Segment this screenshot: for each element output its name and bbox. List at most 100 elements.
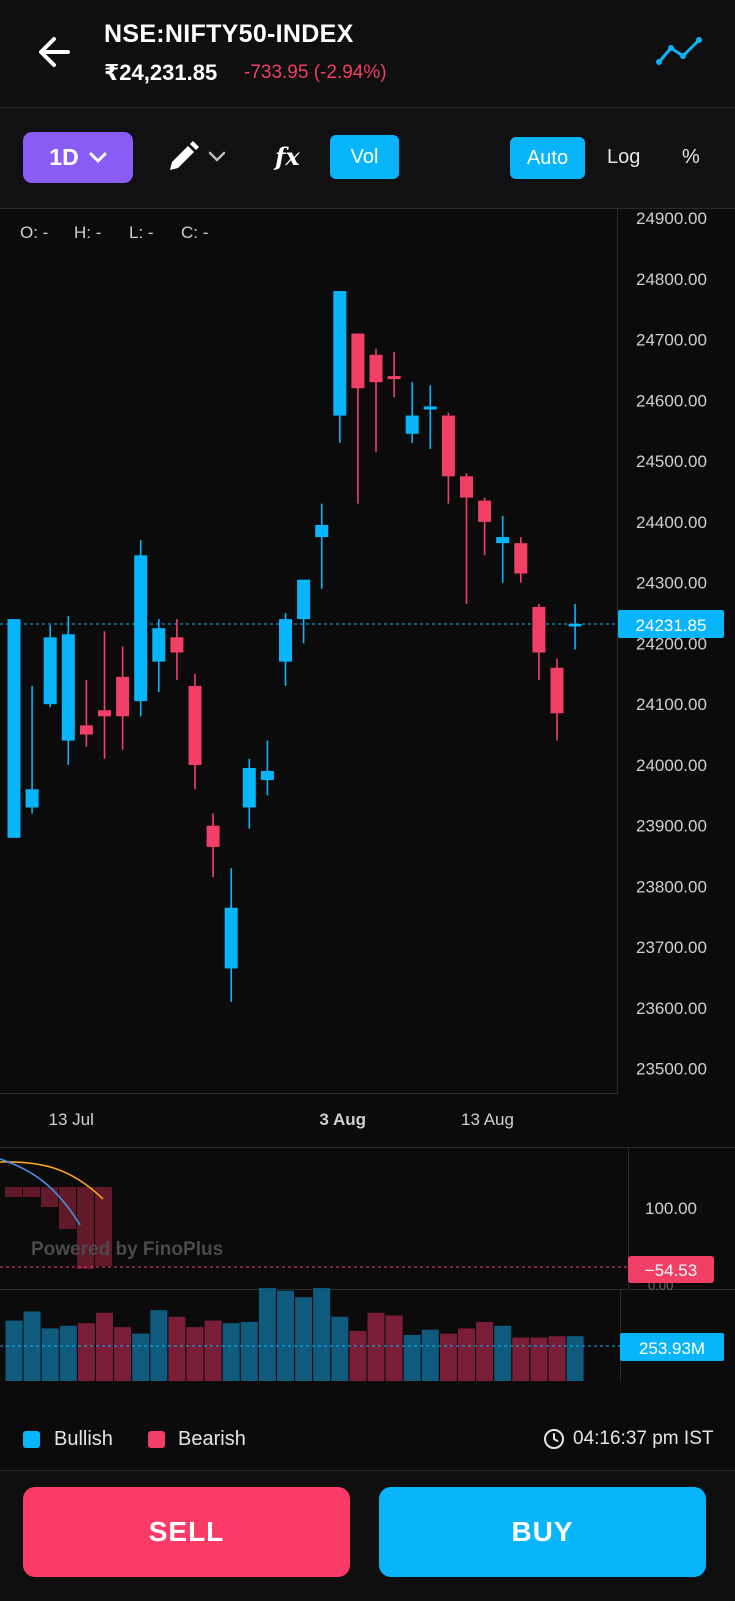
volume-bar	[186, 1327, 204, 1381]
date-tick-label: 13 Jul	[49, 1110, 94, 1129]
price-tick-label: 24000.00	[636, 756, 707, 775]
date-tick-label: 3 Aug	[319, 1110, 366, 1129]
volume-bar	[439, 1333, 457, 1381]
volume-bar	[114, 1327, 132, 1381]
candle-body	[134, 555, 148, 702]
histogram-bar	[5, 1187, 22, 1197]
chevron-down-icon[interactable]	[208, 150, 226, 164]
volume-bar	[77, 1323, 95, 1381]
bearish-label: Bearish	[178, 1428, 246, 1450]
date-tick-label: 13 Aug	[461, 1110, 514, 1129]
clock-icon	[544, 1429, 564, 1449]
last-price-badge-label: 24231.85	[636, 616, 707, 635]
price-tick-label: 24600.00	[636, 391, 707, 410]
volume-bar	[295, 1297, 313, 1381]
candle-body	[98, 710, 111, 717]
histogram-bar	[23, 1187, 40, 1197]
indicator-tick: 100.00	[645, 1199, 697, 1218]
volume-bar	[421, 1329, 439, 1381]
price-tick-label: 23600.00	[636, 999, 707, 1018]
volume-bar	[512, 1337, 530, 1381]
candle-body	[532, 606, 546, 653]
price-tick-label: 24300.00	[636, 574, 707, 593]
timeframe-label: 1D	[49, 144, 79, 170]
bullish-label: Bullish	[54, 1428, 113, 1450]
candle-body	[333, 291, 347, 416]
volume-bar	[349, 1331, 367, 1381]
candle-body	[297, 579, 311, 620]
volume-bar	[331, 1316, 349, 1381]
candle-body	[568, 623, 582, 627]
volume-bar	[476, 1321, 494, 1381]
log-scale-button[interactable]: Log	[607, 146, 640, 169]
pencil-icon[interactable]	[166, 140, 200, 174]
bullish-swatch	[23, 1431, 40, 1448]
volume-bar	[96, 1312, 113, 1381]
volume-bar	[132, 1333, 150, 1381]
candle-body	[496, 537, 510, 544]
price-tick-label: 24500.00	[636, 452, 707, 471]
candle-body	[206, 825, 220, 847]
price-tick-label: 23800.00	[636, 877, 707, 896]
price-axis: 24900.00 24800.00 24700.00 24600.00 24500.00…	[636, 209, 707, 1079]
price-chart[interactable]: O: - H: - L: - C: - 24900.00 24800.00 2470…	[0, 209, 735, 1381]
candle-body	[260, 770, 274, 781]
volume-bar	[258, 1288, 276, 1381]
volume-bar	[458, 1328, 475, 1381]
candle-body	[7, 619, 21, 838]
bearish-swatch	[148, 1431, 165, 1448]
ohlc-high: H: -	[74, 223, 101, 242]
chart-area[interactable]: O: - H: - L: - C: - 24900.00 24800.00 2470…	[0, 209, 735, 1381]
volume-bar	[367, 1312, 385, 1381]
percent-scale-button[interactable]: %	[682, 146, 700, 169]
candle-body	[43, 637, 57, 705]
symbol-title: NSE:NIFTY50-INDEX	[104, 20, 354, 48]
volume-bar	[204, 1320, 222, 1381]
candle-body	[25, 789, 39, 808]
candle-body	[514, 543, 528, 574]
histogram-bar	[41, 1187, 58, 1207]
price-tick-label: 24400.00	[636, 513, 707, 532]
volume-bar	[313, 1288, 331, 1381]
candle-body	[61, 634, 75, 741]
volume-toggle-button[interactable]: Vol	[330, 135, 399, 179]
line-chart-icon[interactable]	[655, 36, 703, 68]
candle-body	[460, 476, 473, 498]
sell-button[interactable]: SELL	[23, 1487, 350, 1577]
candle-body	[405, 415, 419, 434]
candle-body	[242, 767, 256, 808]
timeframe-button[interactable]: 1D	[23, 132, 133, 183]
candle-body	[152, 628, 166, 662]
ohlc-low: L: -	[129, 223, 154, 242]
price-tick-label: 23500.00	[636, 1060, 707, 1079]
volume-bar	[168, 1316, 186, 1381]
watermark: Powered by FinoPlus	[31, 1239, 223, 1260]
ohlc-close: C: -	[181, 223, 208, 242]
candle-body	[550, 667, 564, 714]
candle-body	[224, 907, 238, 969]
ohlc-open: O: -	[20, 223, 48, 242]
auto-scale-button[interactable]: Auto	[510, 137, 585, 179]
chart-toolbar: 1D fx Vol Auto Log %	[0, 108, 735, 209]
candle-body	[423, 406, 437, 410]
volume-bar	[530, 1337, 548, 1381]
candle-body	[116, 676, 130, 717]
candle-body	[315, 524, 329, 538]
price-tick-label: 24900.00	[636, 209, 707, 228]
chevron-down-icon	[89, 152, 107, 162]
histogram-bar	[59, 1187, 76, 1229]
volume-value-label: 253.93M	[639, 1339, 705, 1358]
volume-bar	[5, 1320, 23, 1381]
candle-body	[279, 619, 292, 662]
volume-bar	[59, 1325, 77, 1381]
candle-body	[188, 685, 202, 765]
trade-actions: SELL BUY	[0, 1470, 735, 1601]
volume-bar	[385, 1315, 403, 1381]
volume-bar	[240, 1321, 258, 1381]
buy-button[interactable]: BUY	[379, 1487, 706, 1577]
legend-bar: Bullish Bearish 04:16:37 pm IST	[0, 1411, 735, 1471]
candle-body	[79, 725, 93, 735]
price-change: -733.95 (-2.94%)	[244, 62, 387, 83]
indicators-button[interactable]: fx	[275, 142, 300, 171]
arrow-left-icon[interactable]	[30, 28, 78, 76]
